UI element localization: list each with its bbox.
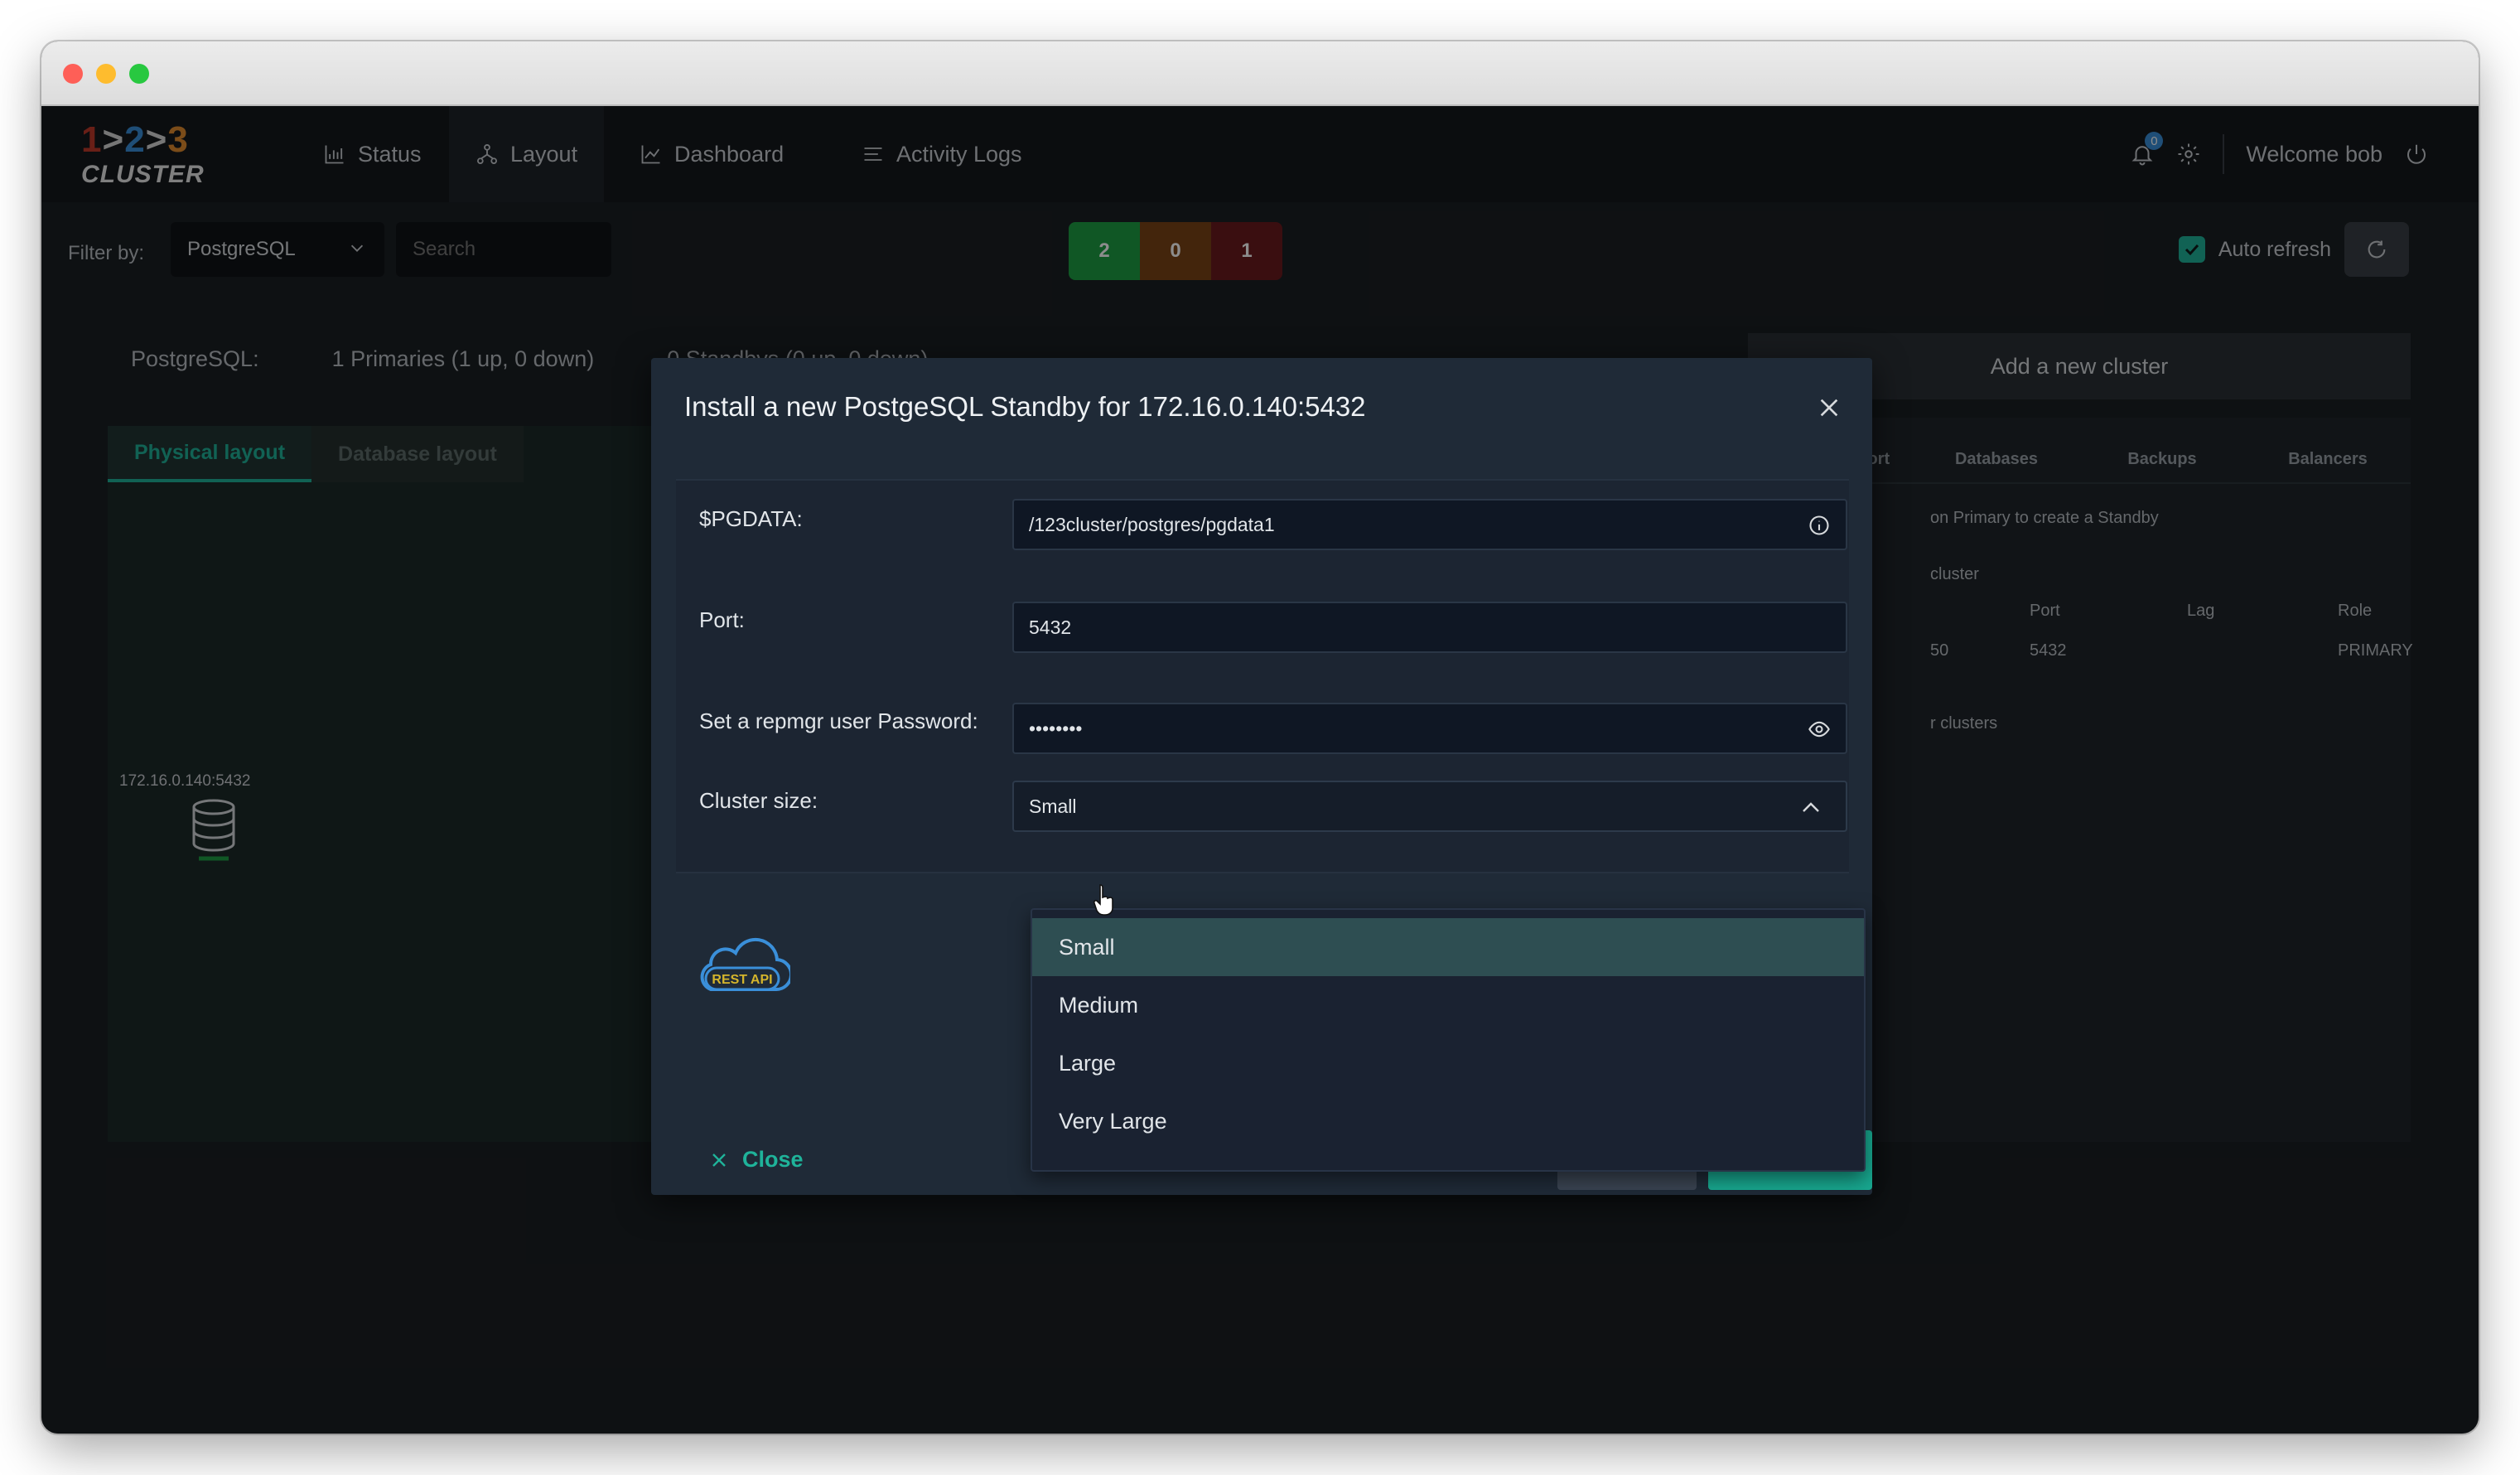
cluster-size-dropdown: Small Medium Large Very Large — [1031, 908, 1866, 1172]
window-titlebar — [41, 41, 2479, 106]
rest-api-label: REST API — [712, 973, 772, 987]
minimize-window-button[interactable] — [96, 64, 116, 84]
cluster-size-value: Small — [1029, 795, 1077, 817]
modal-form: $PGDATA: /123cluster/postgres/pgdata1 Po… — [676, 479, 1849, 873]
mouse-cursor-icon — [1093, 884, 1113, 916]
cluster-size-select[interactable]: Small — [1012, 781, 1847, 832]
chevron-up-icon — [1803, 802, 1819, 812]
app-window: 1>2>3 CLUSTER Status Layout Dashboard Ac… — [41, 41, 2479, 1434]
close-icon[interactable] — [1816, 394, 1842, 421]
cluster-size-label: Cluster size: — [699, 788, 818, 813]
password-label: Set a repmgr user Password: — [699, 708, 978, 733]
eye-icon[interactable] — [1808, 718, 1831, 741]
pgdata-value: /123cluster/postgres/pgdata1 — [1029, 513, 1275, 535]
rest-api-icon[interactable]: REST API — [694, 931, 790, 998]
close-icon — [712, 1153, 726, 1167]
pgdata-label: $PGDATA: — [699, 506, 803, 531]
option-very-large[interactable]: Very Large — [1032, 1092, 1864, 1150]
close-window-button[interactable] — [63, 64, 83, 84]
maximize-window-button[interactable] — [129, 64, 149, 84]
pgdata-input[interactable]: /123cluster/postgres/pgdata1 — [1012, 499, 1847, 550]
password-value: •••••••• — [1029, 717, 1083, 739]
info-icon[interactable] — [1808, 514, 1831, 537]
option-medium[interactable]: Medium — [1032, 976, 1864, 1034]
port-value: 5432 — [1029, 616, 1072, 638]
port-label: Port: — [699, 607, 745, 632]
password-input[interactable]: •••••••• — [1012, 703, 1847, 754]
modal-title: Install a new PostgeSQL Standby for 172.… — [684, 391, 1366, 422]
option-small[interactable]: Small — [1032, 918, 1864, 976]
option-large[interactable]: Large — [1032, 1034, 1864, 1092]
port-input[interactable]: 5432 — [1012, 602, 1847, 653]
close-button[interactable]: Close — [709, 1147, 804, 1173]
close-button-label: Close — [742, 1147, 804, 1172]
